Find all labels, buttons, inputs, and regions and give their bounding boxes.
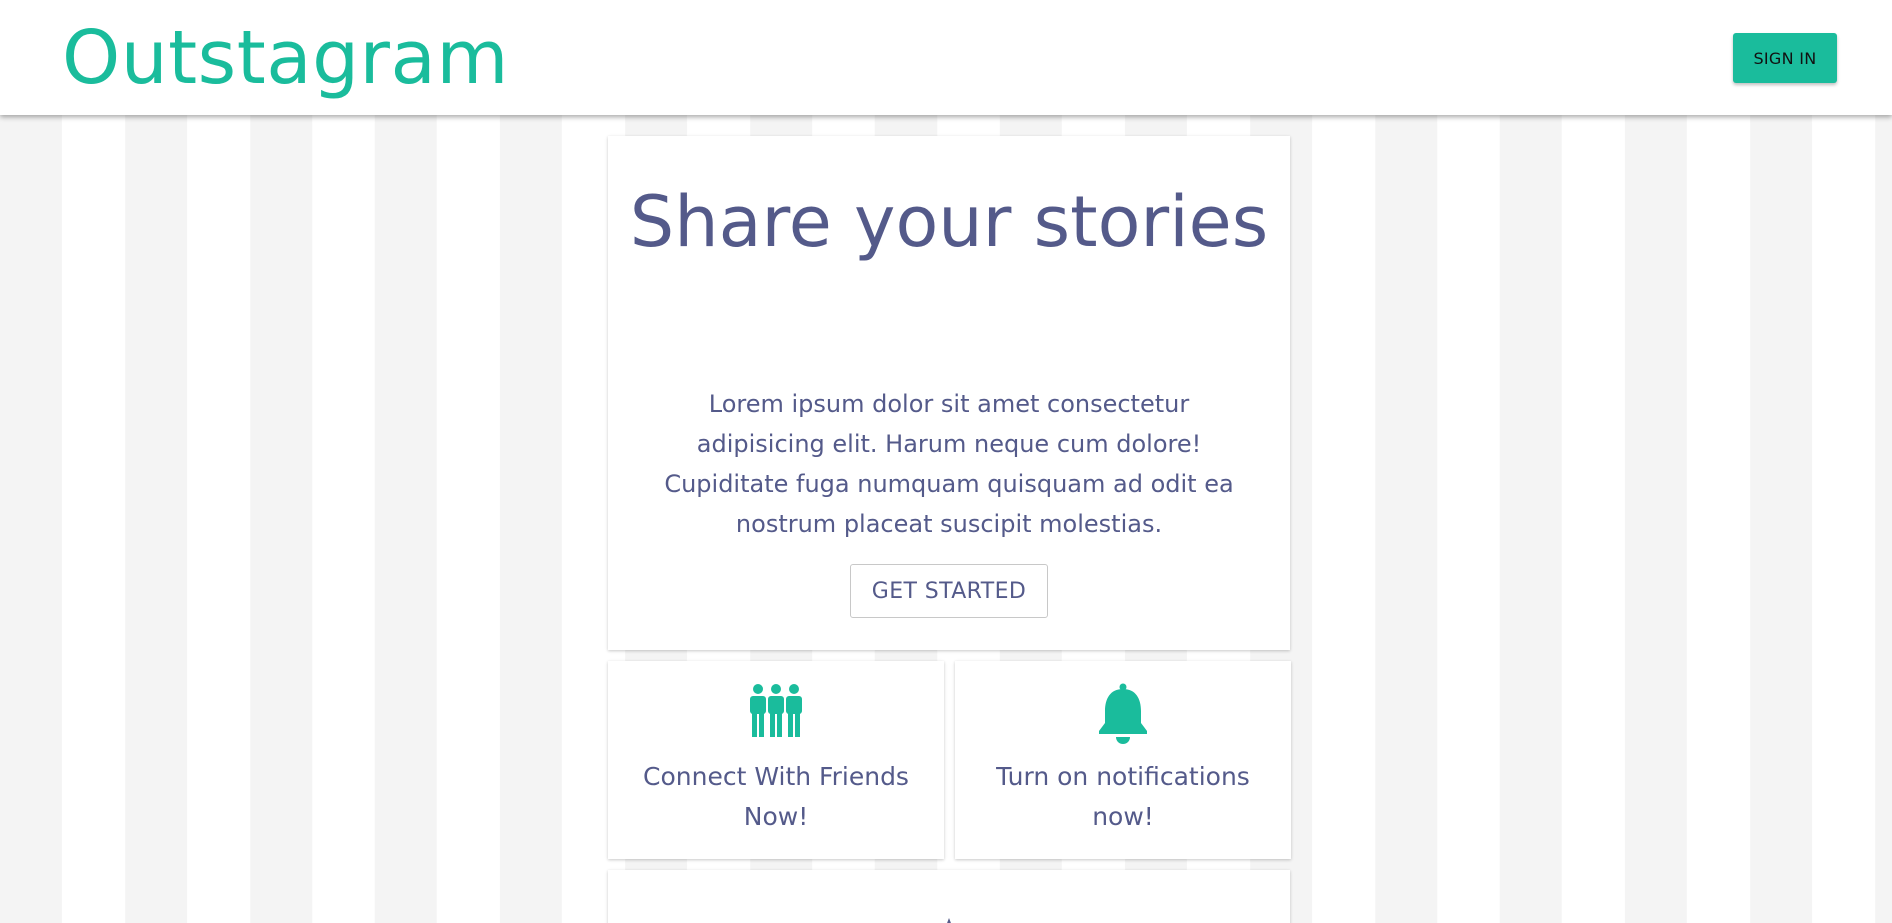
sign-in-button[interactable]: SIGN IN [1733, 33, 1837, 83]
top-navbar: Outstagram SIGN IN [0, 0, 1892, 115]
brand-logo[interactable]: Outstagram [62, 8, 509, 108]
feature-card-notifications: Turn on notifications now! [955, 661, 1291, 859]
get-started-button[interactable]: GET STARTED [850, 564, 1048, 618]
bell-icon [955, 683, 1291, 744]
feature-text-connect: Connect With Friends Now! [643, 762, 909, 831]
star-icon [930, 918, 968, 923]
feature-card-connect: Connect With Friends Now! [608, 661, 944, 859]
bottom-card [608, 870, 1290, 923]
people-group-icon [608, 683, 944, 743]
hero-card: Share your stories Lorem ipsum dolor sit… [608, 136, 1290, 650]
hero-title: Share your stories [629, 181, 1269, 263]
feature-text-notifications: Turn on notifications now! [996, 762, 1250, 831]
hero-description: Lorem ipsum dolor sit amet consectetur a… [664, 390, 1234, 538]
